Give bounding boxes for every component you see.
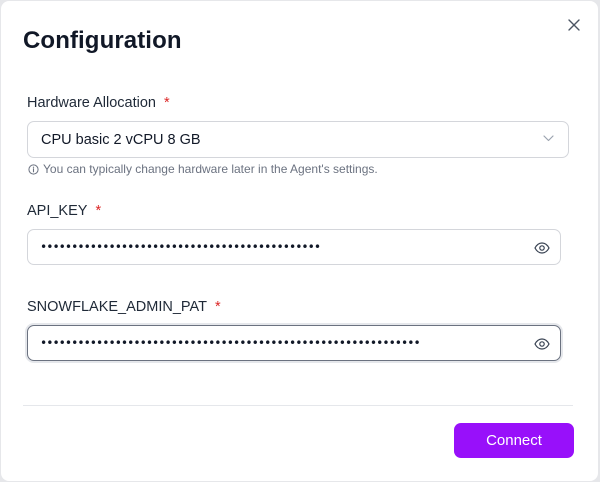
info-icon bbox=[28, 163, 39, 175]
hardware-hint-text: You can typically change hardware later … bbox=[43, 162, 378, 176]
hardware-allocation-selected-value: CPU basic 2 vCPU 8 GB bbox=[41, 131, 201, 148]
footer-divider bbox=[23, 405, 573, 406]
api-key-input[interactable] bbox=[28, 230, 518, 264]
configuration-dialog: Configuration Hardware Allocation * CPU b… bbox=[1, 1, 598, 481]
hardware-allocation-label-text: Hardware Allocation bbox=[27, 95, 156, 111]
required-mark: * bbox=[95, 203, 102, 219]
eye-icon bbox=[534, 242, 550, 254]
api-key-label: API_KEY * bbox=[27, 203, 101, 219]
snowflake-admin-pat-label: SNOWFLAKE_ADMIN_PAT * bbox=[27, 299, 221, 315]
close-button[interactable] bbox=[564, 15, 584, 35]
hardware-allocation-select[interactable]: CPU basic 2 vCPU 8 GB bbox=[27, 121, 569, 158]
snowflake-admin-pat-label-text: SNOWFLAKE_ADMIN_PAT bbox=[27, 299, 207, 315]
hardware-allocation-label: Hardware Allocation * bbox=[27, 95, 170, 111]
api-key-field-wrapper bbox=[27, 229, 561, 265]
snowflake-admin-pat-field-wrapper bbox=[27, 325, 561, 361]
snowflake-admin-pat-input[interactable] bbox=[28, 326, 518, 360]
eye-icon bbox=[534, 338, 550, 350]
chevron-down-icon bbox=[543, 135, 554, 142]
required-mark: * bbox=[214, 299, 221, 315]
show-password-toggle[interactable] bbox=[533, 239, 551, 257]
connect-button[interactable]: Connect bbox=[454, 423, 574, 458]
api-key-label-text: API_KEY bbox=[27, 203, 88, 219]
show-password-toggle[interactable] bbox=[533, 335, 551, 353]
dialog-title: Configuration bbox=[23, 27, 182, 54]
hardware-hint: You can typically change hardware later … bbox=[28, 162, 378, 176]
close-icon bbox=[568, 19, 580, 31]
required-mark: * bbox=[163, 95, 170, 111]
